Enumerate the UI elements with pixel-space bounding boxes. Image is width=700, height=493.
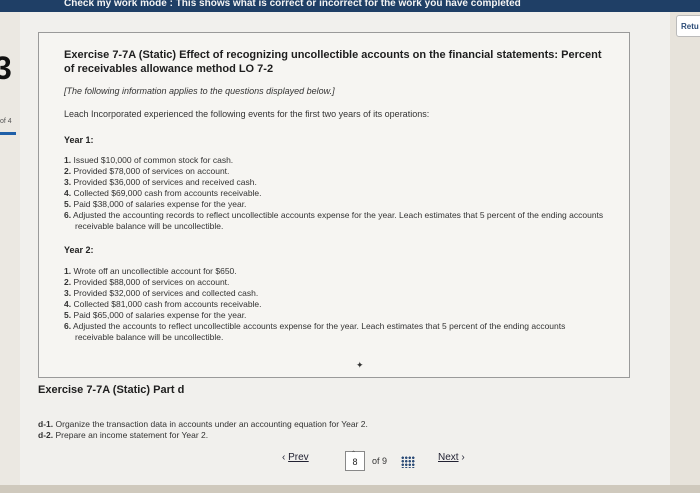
current-page-number: 8 <box>352 457 358 467</box>
prev-button[interactable]: ‹ Prev <box>282 452 309 463</box>
exercise-note: [The following information applies to th… <box>64 86 335 96</box>
year2-list: 1. Wrote off an uncollectible account fo… <box>64 266 604 343</box>
list-item: 4. Collected $81,000 cash from accounts … <box>64 299 262 309</box>
year2-heading: Year 2: <box>64 245 94 255</box>
exercise-intro: Leach Incorporated experienced the follo… <box>64 109 430 119</box>
return-button[interactable]: Retu <box>676 15 700 37</box>
list-item: 2. Provided $88,000 of services on accou… <box>64 277 230 287</box>
chevron-left-icon: ‹ <box>282 452 286 463</box>
list-item: 1. Issued $10,000 of common stock for ca… <box>64 155 234 165</box>
year1-list: 1. Issued $10,000 of common stock for ca… <box>64 155 604 232</box>
next-button[interactable]: Next › <box>438 452 465 463</box>
prev-label: Prev <box>288 452 309 463</box>
progress-label: of 4 <box>0 118 12 125</box>
check-mode-banner: Check my work mode : This shows what is … <box>64 0 521 9</box>
list-item: 4. Collected $69,000 cash from accounts … <box>64 188 262 198</box>
next-label: Next <box>438 452 459 463</box>
current-page-selector[interactable]: ⌃ 8 <box>345 451 365 471</box>
year1-heading: Year 1: <box>64 135 94 145</box>
list-item: 6. Adjusted the accounting records to re… <box>64 210 604 231</box>
left-progress-strip: 3 of 4 <box>0 12 20 493</box>
chevron-right-icon: › <box>461 452 465 463</box>
requirement-item: d-1. Organize the transaction data in ac… <box>38 419 368 429</box>
list-item: 5. Paid $38,000 of salaries expense for … <box>64 199 247 209</box>
list-item: 6. Adjusted the accounts to reflect unco… <box>64 321 566 342</box>
bottom-bar <box>0 485 700 493</box>
list-item: 3. Provided $36,000 of services and rece… <box>64 177 257 187</box>
list-item: 1. Wrote off an uncollectible account fo… <box>64 266 237 276</box>
chevron-up-icon: ⌃ <box>351 451 357 457</box>
mouse-cursor-icon: ✦ <box>356 360 364 370</box>
list-item: 3. Provided $32,000 of services and coll… <box>64 288 259 298</box>
grid-view-icon[interactable] <box>401 456 415 468</box>
progress-indicator <box>0 132 16 135</box>
top-bar: Check my work mode : This shows what is … <box>0 0 700 12</box>
progress-digit: 3 <box>0 50 12 86</box>
requirement-item: d-2. Prepare an income statement for Yea… <box>38 430 209 440</box>
list-item: 2. Provided $78,000 of services on accou… <box>64 166 230 176</box>
page-count: of 9 <box>372 456 388 466</box>
right-strip <box>670 12 700 493</box>
part-title: Exercise 7-7A (Static) Part d <box>38 384 185 396</box>
exercise-title: Exercise 7-7A (Static) Effect of recogni… <box>64 49 602 75</box>
requirements-list: d-1. Organize the transaction data in ac… <box>38 419 368 441</box>
list-item: 5. Paid $65,000 of salaries expense for … <box>64 310 247 320</box>
